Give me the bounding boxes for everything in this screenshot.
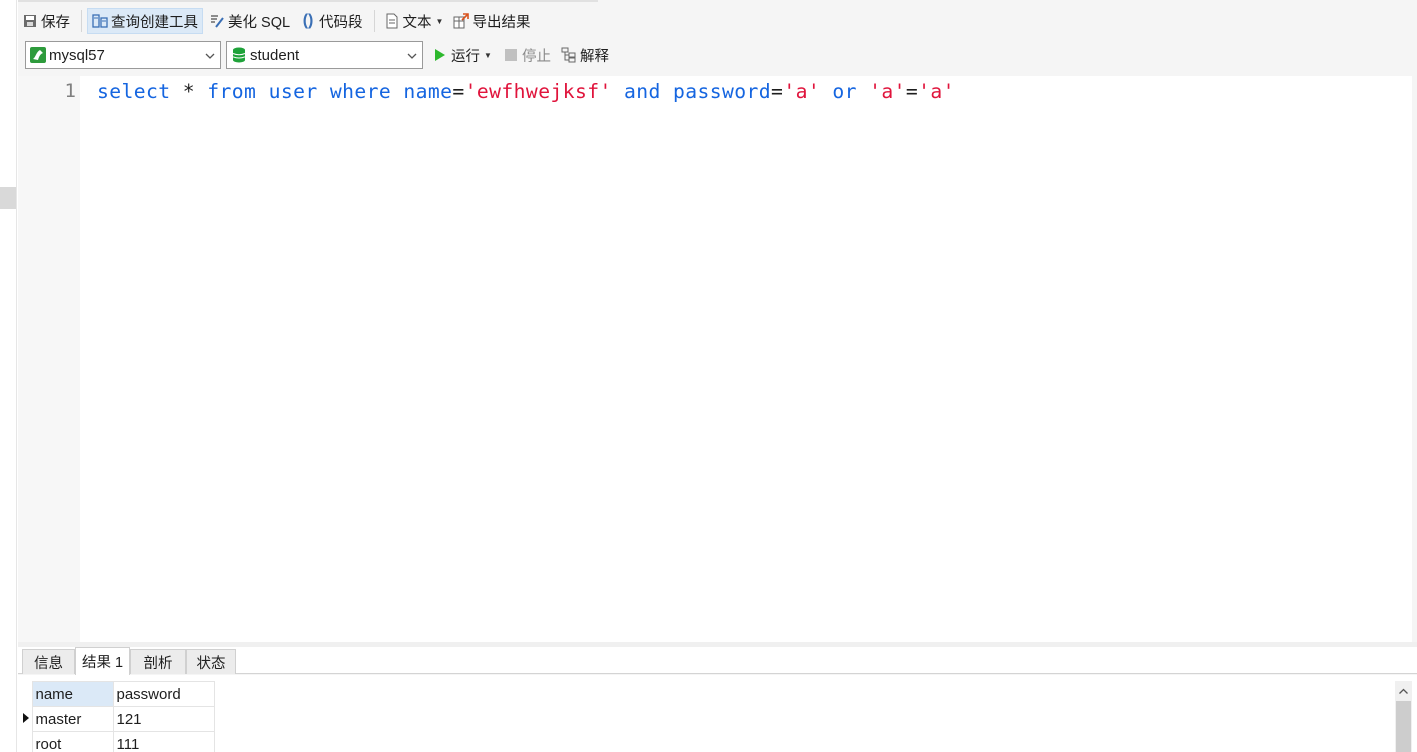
connection-bar: mysql57 student 运行 ▼ 停止 解释 <box>18 41 1417 71</box>
scroll-thumb[interactable] <box>1396 701 1411 752</box>
database-icon <box>231 47 247 63</box>
tab-info-label: 信息 <box>34 655 63 672</box>
export-icon <box>453 13 470 29</box>
sql-identifier: user <box>268 80 318 103</box>
sql-keyword: from <box>207 80 257 103</box>
line-number-gutter: 1 <box>18 76 80 642</box>
code-snippet-label: 代码段 <box>319 14 363 31</box>
tab-result-1[interactable]: 结果 1 <box>75 647 130 675</box>
chevron-down-icon[interactable] <box>204 49 216 61</box>
chevron-down-icon[interactable] <box>406 49 418 61</box>
code-line[interactable]: select * from user where name='ewfhwejks… <box>97 80 955 104</box>
stop-button[interactable]: 停止 <box>503 43 551 67</box>
sql-space <box>612 80 624 103</box>
chevron-down-icon[interactable]: ▼ <box>484 51 492 60</box>
row-marker-header <box>22 681 32 707</box>
table-row[interactable]: root 111 <box>22 731 215 752</box>
query-builder-icon <box>92 13 108 29</box>
table-header-row: name password <box>22 681 215 707</box>
run-label: 运行 <box>451 48 480 65</box>
parentheses-icon: () <box>302 12 314 29</box>
tab-profile[interactable]: 剖析 <box>130 649 186 674</box>
row-marker <box>22 732 32 752</box>
sql-string: 'a' <box>918 80 955 103</box>
sql-space <box>820 80 832 103</box>
sql-space <box>857 80 869 103</box>
database-select[interactable]: student <box>226 41 423 69</box>
connection-value: mysql57 <box>49 46 105 64</box>
table-row[interactable]: master 121 <box>22 706 215 732</box>
query-toolbar: 保存 查询创建工具 美化 SQL () 代码段 文本 ▼ 导出结果 <box>18 6 1417 36</box>
chevron-down-icon[interactable]: ▼ <box>436 17 444 26</box>
explain-label: 解释 <box>580 48 609 65</box>
sql-space <box>661 80 673 103</box>
mysql-dolphin-icon <box>30 47 46 63</box>
sql-identifier: name <box>403 80 453 103</box>
beautify-wand-icon <box>209 13 225 29</box>
sql-keyword: or <box>832 80 857 103</box>
text-mode-button[interactable]: 文本 ▼ <box>380 8 448 34</box>
tab-status-label: 状态 <box>196 655 226 672</box>
save-icon <box>22 13 38 29</box>
sql-operator: = <box>905 80 919 103</box>
sql-string: 'a' <box>783 80 821 103</box>
connection-select[interactable]: mysql57 <box>25 41 221 69</box>
column-header-password[interactable]: password <box>112 681 215 707</box>
query-builder-label: 查询创建工具 <box>111 14 198 31</box>
beautify-sql-button[interactable]: 美化 SQL <box>205 8 294 34</box>
sql-string: 'ewfhwejksf' <box>464 80 612 103</box>
sql-editor[interactable]: 1 select * from user where name='ewfhwej… <box>18 76 1412 642</box>
query-builder-button[interactable]: 查询创建工具 <box>87 8 203 34</box>
export-results-label: 导出结果 <box>472 14 531 31</box>
play-icon <box>432 47 448 63</box>
tab-strip-edge <box>18 0 598 2</box>
sql-space <box>391 80 403 103</box>
panel-collapse-handle[interactable] <box>0 187 16 209</box>
stop-icon <box>503 47 519 63</box>
database-value: student <box>250 46 300 64</box>
toolbar-divider <box>373 10 375 32</box>
sql-space <box>256 80 268 103</box>
run-button[interactable]: 运行 ▼ <box>432 43 492 67</box>
table-cell[interactable]: 111 <box>112 731 215 752</box>
tab-info[interactable]: 信息 <box>22 649 75 674</box>
result-tabs: 信息 结果 1 剖析 状态 <box>18 647 1417 675</box>
sql-string: 'a' <box>869 80 906 103</box>
sql-operator: = <box>452 80 465 103</box>
sql-space <box>318 80 330 103</box>
current-row-marker-icon <box>22 707 32 732</box>
beautify-sql-label: 美化 SQL <box>228 14 291 31</box>
scroll-up-icon[interactable] <box>1398 684 1409 695</box>
line-number: 1 <box>64 80 76 102</box>
save-button[interactable]: 保存 <box>18 8 74 34</box>
toolbar-divider <box>81 10 82 32</box>
explain-button[interactable]: 解释 <box>561 43 609 67</box>
explain-tree-icon <box>561 47 577 63</box>
tab-profile-label: 剖析 <box>143 655 173 672</box>
tab-result-1-label: 结果 1 <box>81 655 124 671</box>
table-cell[interactable]: root <box>31 731 114 752</box>
save-label: 保存 <box>41 14 70 31</box>
table-cell[interactable]: master <box>31 706 114 732</box>
code-snippet-button[interactable]: () 代码段 <box>296 8 367 34</box>
export-results-button[interactable]: 导出结果 <box>449 8 534 34</box>
result-grid-area: name password master 121 root 111 <box>18 675 1417 752</box>
result-table: name password master 121 root 111 <box>22 681 215 752</box>
sql-keyword: where <box>329 80 392 103</box>
result-vertical-scrollbar[interactable] <box>1395 681 1412 752</box>
query-editor-window: 保存 查询创建工具 美化 SQL () 代码段 文本 ▼ 导出结果 mysql5… <box>18 0 1417 752</box>
window-left-edge <box>0 0 17 752</box>
tab-status[interactable]: 状态 <box>186 649 236 674</box>
sql-operator: = <box>771 80 784 103</box>
sql-operator: * <box>170 80 208 103</box>
text-mode-label: 文本 <box>402 14 432 31</box>
sql-keyword: and <box>623 80 661 103</box>
sql-identifier: password <box>673 80 772 103</box>
stop-label: 停止 <box>522 48 551 65</box>
column-header-name[interactable]: name <box>31 681 114 707</box>
sql-keyword: select <box>97 80 171 103</box>
document-icon <box>384 13 400 29</box>
table-cell[interactable]: 121 <box>112 706 215 732</box>
